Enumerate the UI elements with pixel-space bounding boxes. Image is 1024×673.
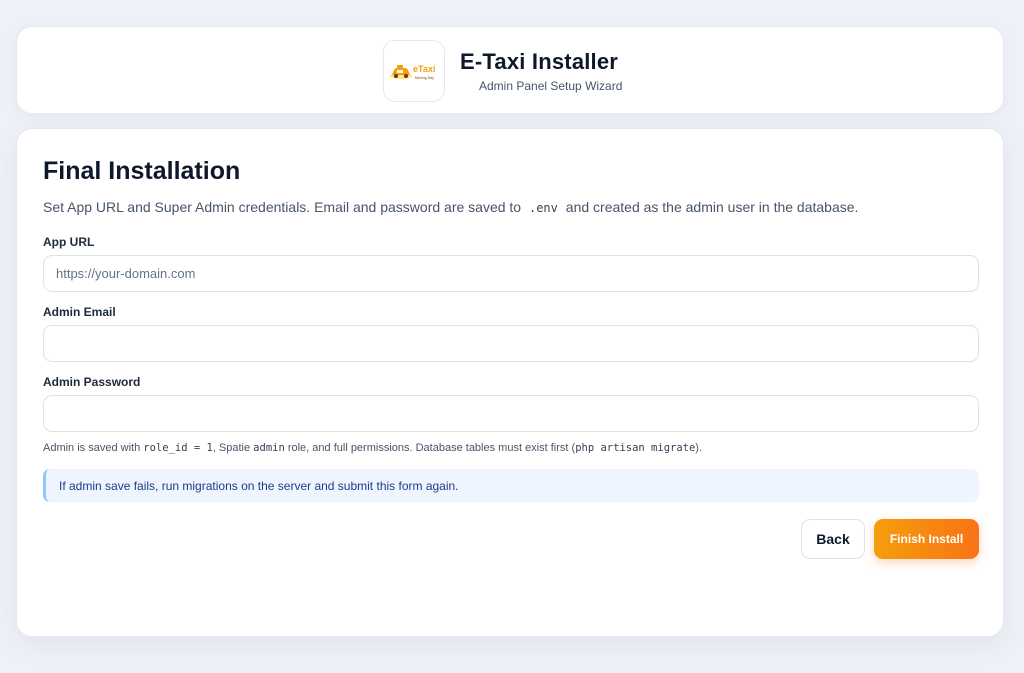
env-filename: .env bbox=[528, 201, 558, 215]
back-button[interactable]: Back bbox=[801, 519, 865, 559]
installation-form-card: Final Installation Set App URL and Super… bbox=[16, 128, 1004, 637]
hint-part-3: role, and full permissions. Database tab… bbox=[284, 442, 576, 454]
hint-part-4: ). bbox=[695, 442, 703, 454]
admin-email-label: Admin Email bbox=[43, 305, 116, 319]
logo-wordmark: eTaxi bbox=[413, 64, 435, 74]
admin-password-input[interactable] bbox=[43, 395, 979, 432]
page-title: Final Installation bbox=[43, 157, 241, 185]
intro-text-start: Set App URL and Super Admin credentials.… bbox=[43, 199, 522, 215]
hint-code-migrate: php artisan migrate bbox=[575, 442, 696, 454]
brand-logo: eTaxi Moving Day bbox=[383, 40, 445, 102]
hint-part-1: Admin is saved with bbox=[43, 442, 144, 454]
intro-text-end: and created as the admin user in the dat… bbox=[565, 199, 859, 215]
app-title: E-Taxi Installer bbox=[460, 49, 619, 74]
taxi-car-icon: eTaxi Moving Day bbox=[390, 64, 435, 80]
app-url-label: App URL bbox=[43, 235, 95, 249]
app-subtitle: Admin Panel Setup Wizard bbox=[479, 79, 623, 93]
hint-code-role-id: role_id = 1 bbox=[143, 442, 213, 454]
intro-text: Set App URL and Super Admin credentials.… bbox=[43, 199, 858, 215]
admin-password-label: Admin Password bbox=[43, 375, 141, 389]
hint-code-admin: admin bbox=[253, 442, 285, 454]
finish-install-button[interactable]: Finish Install bbox=[874, 519, 979, 559]
logo-tagline: Moving Day bbox=[415, 76, 434, 80]
admin-hint-text: Admin is saved with role_id = 1, Spatie … bbox=[43, 442, 702, 454]
info-alert: If admin save fails, run migrations on t… bbox=[43, 469, 979, 502]
app-url-input[interactable] bbox=[43, 255, 979, 292]
admin-email-input[interactable] bbox=[43, 325, 979, 362]
hint-part-2: , Spatie bbox=[212, 442, 254, 454]
header-card: eTaxi Moving Day E-Taxi Installer Admin … bbox=[16, 26, 1004, 114]
